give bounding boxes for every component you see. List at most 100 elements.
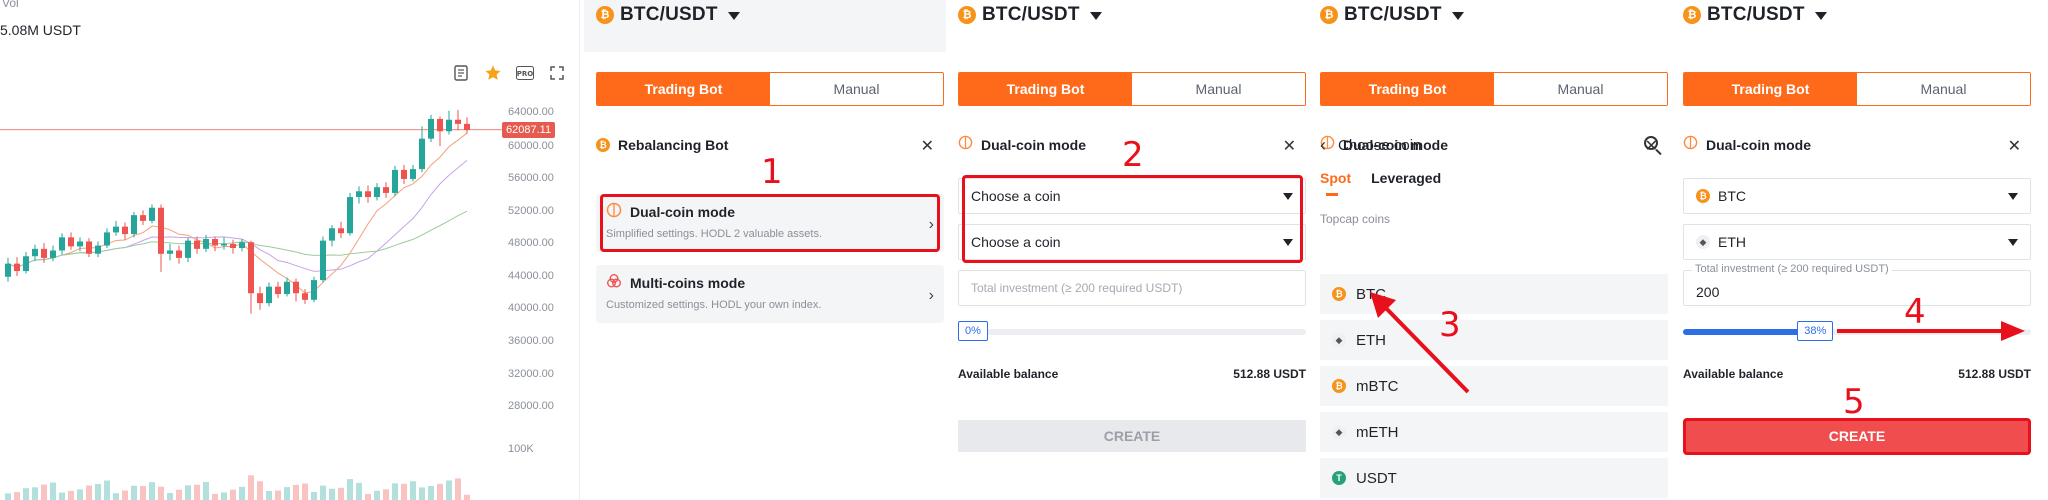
star-icon[interactable] (484, 64, 502, 82)
tab-manual[interactable]: Manual (1857, 73, 2030, 105)
candle-body (401, 169, 407, 179)
candle-body (5, 263, 11, 277)
tab-trading-bot[interactable]: Trading Bot (597, 73, 770, 105)
chevron-down-icon (2008, 193, 2018, 200)
volume-bar (14, 492, 20, 500)
slider-handle[interactable]: 0% (958, 321, 988, 341)
candle-body (329, 228, 335, 241)
volume-bar (185, 485, 191, 500)
bot-title: Rebalancing Bot (618, 137, 729, 153)
pair-selector[interactable]: ₿ BTC/USDT (1671, 0, 1827, 30)
slider-handle[interactable]: 38% (1797, 321, 1834, 341)
volume-bar (428, 486, 434, 500)
option-description: Simplified settings. HODL 2 valuable ass… (606, 228, 823, 240)
candle-body (446, 119, 452, 132)
candle-body (419, 138, 425, 170)
first-coin-select[interactable]: ₿ BTC (1683, 178, 2031, 214)
candle-body (257, 293, 263, 304)
candle-body (338, 228, 344, 234)
volume-bar (410, 481, 416, 500)
volume-bar (464, 494, 470, 500)
volume-bar (383, 489, 389, 500)
tab-manual[interactable]: Manual (1132, 73, 1305, 105)
volume-bar (419, 487, 425, 500)
search-icon[interactable] (1644, 136, 1658, 150)
volume-bar (113, 493, 119, 500)
candle-body (203, 238, 209, 249)
candle-body (221, 243, 227, 246)
candle-body (356, 191, 362, 198)
first-coin-select[interactable]: Choose a coin (958, 178, 1306, 214)
option-title: Dual-coin mode (630, 203, 736, 220)
candle-body (131, 215, 137, 235)
tab-trading-bot[interactable]: Trading Bot (959, 73, 1132, 105)
option-title: Multi-coins mode (630, 274, 746, 291)
candle-body (437, 118, 443, 132)
coin-row-usdt[interactable]: T USDT (1320, 458, 1668, 498)
coin-row-meth[interactable]: ◆ mETH (1320, 412, 1668, 452)
volume-bar (59, 492, 65, 500)
pair-selector[interactable]: ₿ BTC/USDT (1308, 0, 1464, 30)
tab-trading-bot[interactable]: Trading Bot (1321, 73, 1494, 105)
option-multi-coins-mode[interactable]: Multi-coins mode Customized settings. HO… (596, 265, 944, 323)
create-button[interactable]: CREATE (958, 420, 1306, 452)
volume-bar (203, 482, 209, 500)
candle-body (185, 240, 191, 258)
btc-coin-icon: ₿ (1683, 6, 1701, 24)
pair-selector[interactable]: ₿ BTC/USDT (946, 0, 1102, 30)
tab-manual[interactable]: Manual (1494, 73, 1667, 105)
tab-leveraged[interactable]: Leveraged (1371, 170, 1441, 186)
pair-selector[interactable]: ₿ BTC/USDT (584, 0, 740, 30)
btc-coin-icon: ₿ (958, 6, 976, 24)
close-icon[interactable]: ✕ (1283, 136, 1296, 156)
total-investment-input[interactable]: Total investment (≥ 200 required USDT) 2… (1683, 263, 2031, 306)
slider-fill (1683, 329, 1816, 335)
usdt-coin-icon: T (1332, 471, 1346, 485)
available-balance-row: Available balance 512.88 USDT (1683, 367, 2031, 381)
second-coin-select[interactable]: ◆ ETH (1683, 224, 2031, 260)
notes-icon[interactable] (452, 64, 470, 82)
volume-bar (248, 475, 254, 500)
dual-coin-icon (1683, 135, 1698, 155)
investment-slider[interactable]: 0% (958, 321, 1306, 341)
back-arrow-icon[interactable]: ‹ (1320, 135, 1326, 156)
candle-body (41, 248, 47, 258)
step-number: 2 (1122, 135, 1144, 175)
bot-title: Dual-coin mode (1706, 137, 1812, 153)
investment-floating-label: Total investment (≥ 200 required USDT) (1692, 263, 1892, 275)
volume-bar (239, 486, 245, 500)
candle-body (77, 241, 83, 247)
panel-step-1: ₿ BTC/USDT Trading Bot Manual ₿ Rebalanc… (584, 0, 946, 500)
tab-spot[interactable]: Spot (1320, 170, 1351, 196)
chevron-down-icon (2008, 239, 2018, 246)
volume-bar (167, 492, 173, 500)
price-tick: 52000.00 (508, 205, 554, 217)
rebalancing-bot-icon: ₿ (596, 138, 610, 152)
volume-bar (401, 483, 407, 500)
close-icon[interactable]: ✕ (921, 136, 934, 156)
create-button[interactable]: CREATE (1683, 420, 2031, 452)
tab-trading-bot[interactable]: Trading Bot (1684, 73, 1857, 105)
chevron-down-icon (1451, 12, 1464, 20)
volume-bar (86, 485, 92, 500)
candle-body (23, 256, 29, 272)
candle-body (464, 123, 470, 130)
price-axis: 64000.00 60000.00 56000.00 52000.00 4800… (504, 0, 579, 500)
investment-value: 200 (1696, 284, 1720, 300)
second-coin-value: Choose a coin (971, 234, 1061, 250)
volume-bar (284, 487, 290, 500)
volume-bar (257, 481, 263, 500)
volume-bar (122, 490, 128, 500)
topcap-heading: Topcap coins (1320, 212, 1391, 226)
close-icon[interactable]: ✕ (2008, 136, 2021, 156)
tab-manual[interactable]: Manual (770, 73, 943, 105)
candle-body (428, 118, 434, 139)
option-dual-coin-mode[interactable]: Dual-coin mode Simplified settings. HODL… (596, 194, 944, 252)
candle-body (113, 226, 119, 233)
option-title-row: Multi-coins mode (606, 273, 934, 292)
chevron-down-icon (1283, 193, 1293, 200)
total-investment-input[interactable]: Total investment (≥ 200 required USDT) (958, 270, 1306, 306)
candle-body (140, 215, 146, 221)
second-coin-select[interactable]: Choose a coin (958, 224, 1306, 260)
candle-body (365, 191, 371, 198)
